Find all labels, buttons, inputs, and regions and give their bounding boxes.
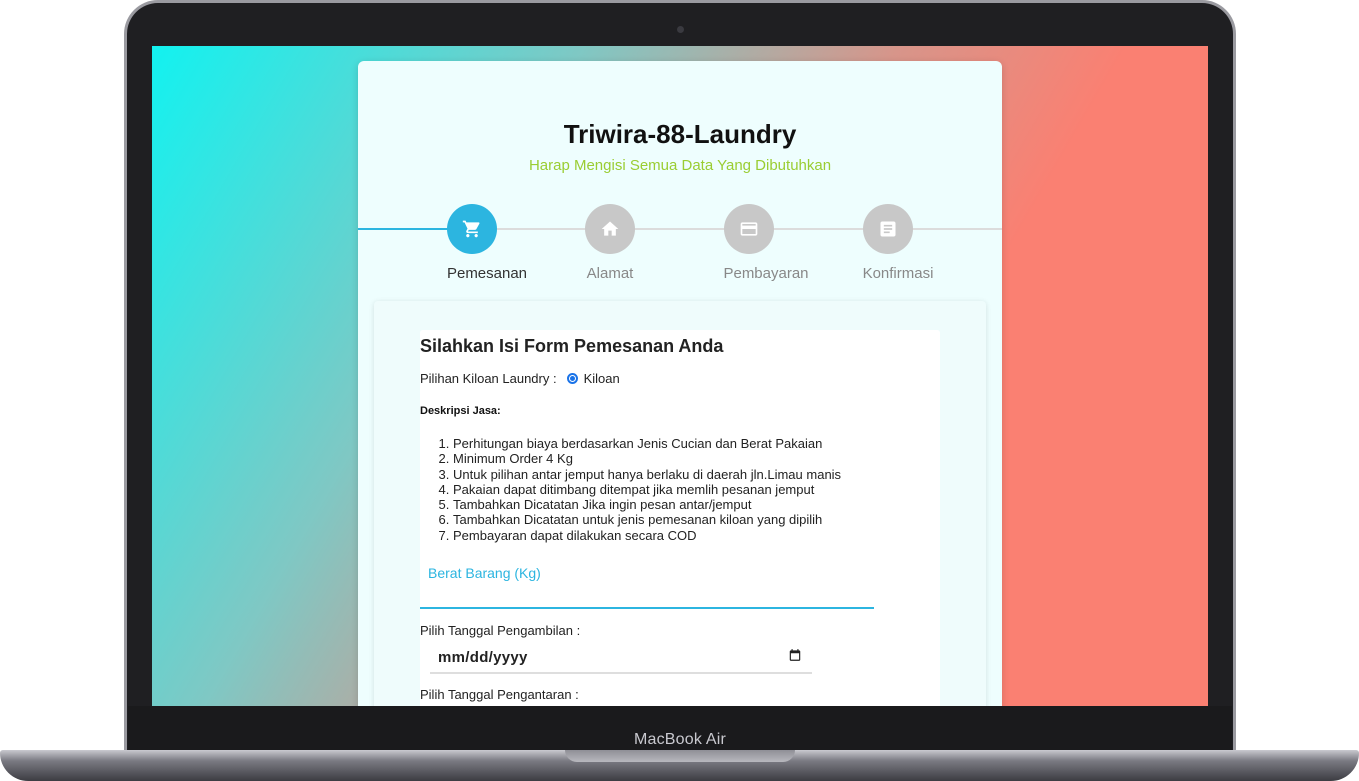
screen: Triwira-88-Laundry Harap Mengisi Semua D… [152,46,1208,706]
laptop-notch [565,750,795,762]
calendar-icon[interactable] [788,648,802,667]
app-subtitle: Harap Mengisi Semua Data Yang Dibutuhkan [528,157,832,174]
step-konfirmasi[interactable] [863,204,913,254]
cart-icon [462,220,480,238]
step-label-konfirmasi: Konfirmasi [862,265,934,282]
step-pembayaran[interactable] [724,204,774,254]
laptop-model-label: MacBook Air [633,731,726,748]
description-list: Perhitungan biaya berdasarkan Jenis Cuci… [453,436,841,543]
document-icon [880,221,896,237]
camera-icon [677,26,684,33]
weight-field-label[interactable]: Berat Barang (Kg) [428,565,541,581]
kiloan-option-label[interactable]: Kiloan [584,371,620,386]
kiloan-radio[interactable] [566,373,578,384]
form-card: Silahkan Isi Form Pemesanan Anda Pilihan… [374,301,986,706]
list-item: Minimum Order 4 Kg [453,451,841,466]
weight-input[interactable] [420,607,874,609]
kiloan-option-row: Pilihan Kiloan Laundry : Kiloan [420,371,620,386]
order-form: Silahkan Isi Form Pemesanan Anda Pilihan… [420,330,940,706]
delivery-date-label: Pilih Tanggal Pengantaran : [420,687,579,702]
home-icon [601,221,619,236]
list-item: Untuk pilihan antar jemput hanya berlaku… [453,467,841,482]
kiloan-label: Pilihan Kiloan Laundry : [420,371,557,386]
app-title: Triwira-88-Laundry [563,119,797,149]
step-label-pembayaran: Pembayaran [723,265,809,282]
step-pemesanan[interactable] [447,204,497,254]
list-item: Perhitungan biaya berdasarkan Jenis Cuci… [453,436,841,451]
list-item: Tambahkan Dicatatan Jika ingin pesan ant… [453,497,841,512]
list-item: Tambahkan Dicatatan untuk jenis pemesana… [453,512,841,527]
pickup-date-label: Pilih Tanggal Pengambilan : [420,623,581,638]
main-card: Triwira-88-Laundry Harap Mengisi Semua D… [358,61,1002,706]
description-heading: Deskripsi Jasa: [420,405,501,417]
list-item: Pakaian dapat ditimbang ditempat jika me… [453,482,841,497]
step-alamat[interactable] [585,204,635,254]
list-item: Pembayaran dapat dilakukan secara COD [453,528,841,543]
step-label-alamat: Alamat [586,265,634,282]
credit-card-icon [740,222,758,236]
step-label-pemesanan: Pemesanan [446,265,528,282]
form-title: Silahkan Isi Form Pemesanan Anda [420,336,724,356]
pickup-date-value[interactable]: mm/dd/yyyy [438,649,528,666]
pickup-date-input[interactable]: mm/dd/yyyy [430,642,812,674]
